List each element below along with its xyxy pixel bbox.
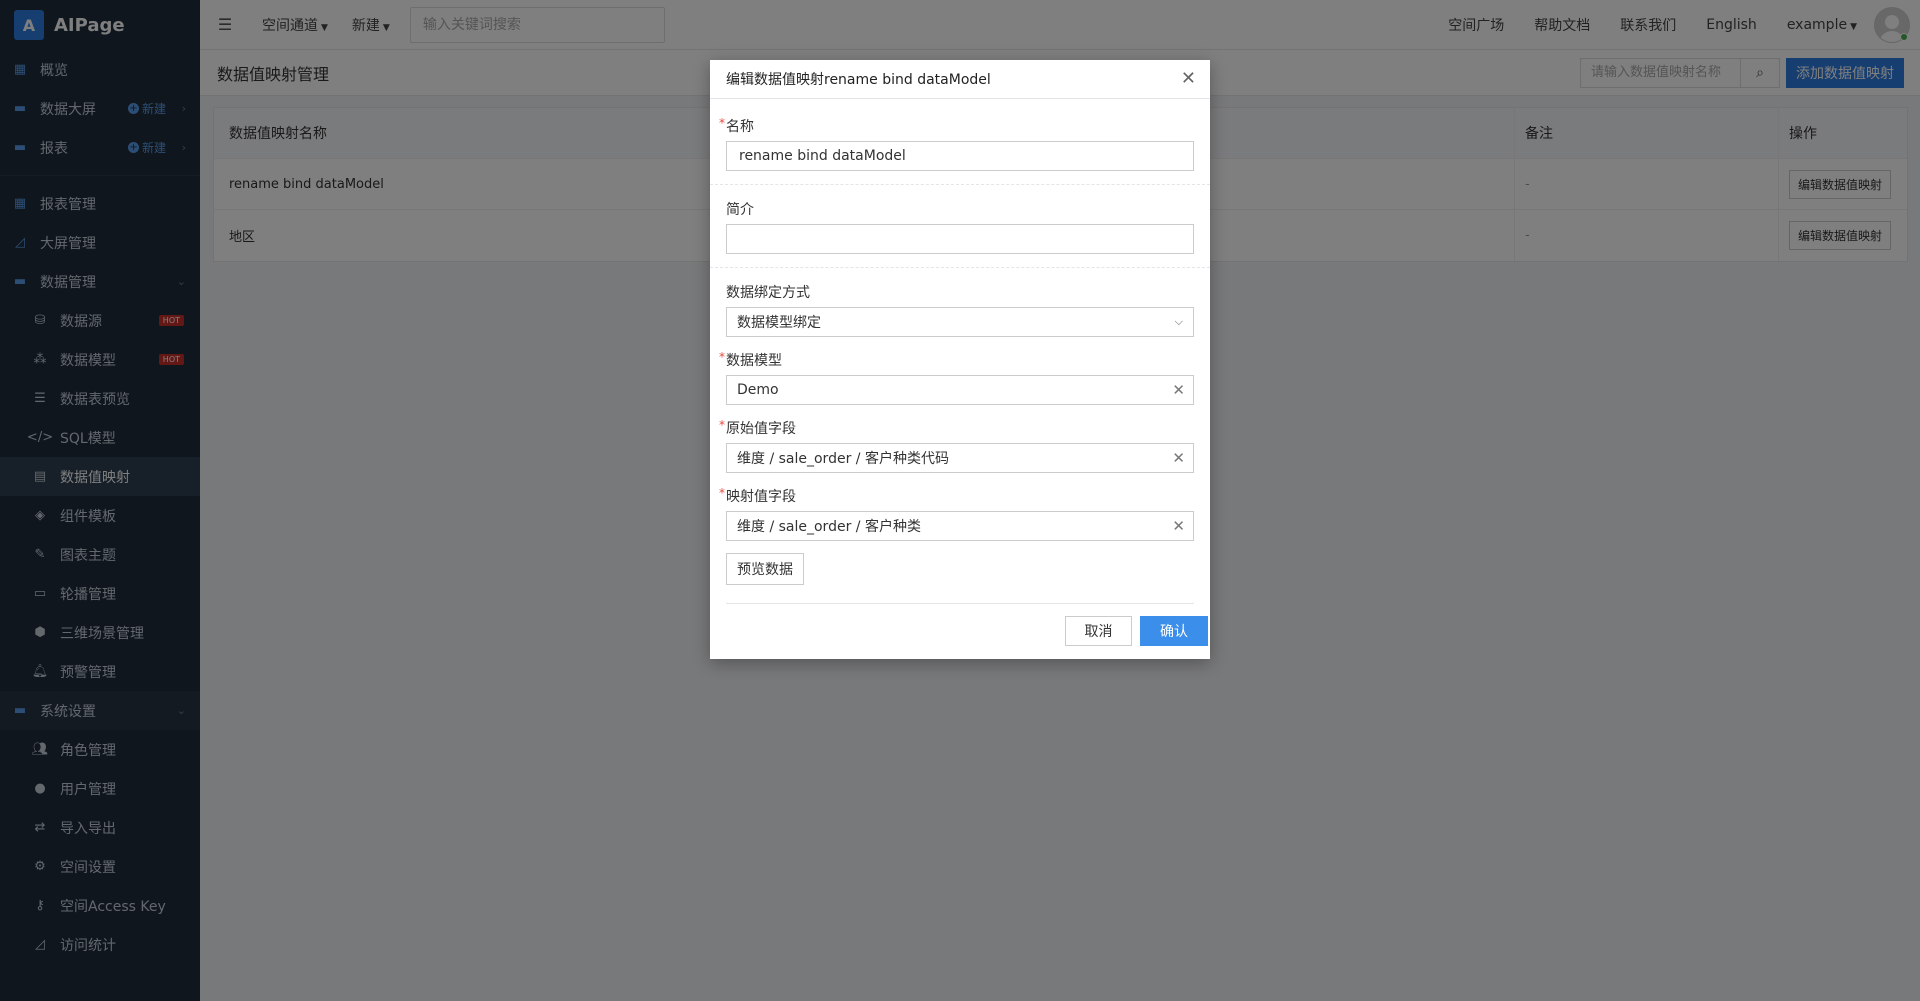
required-mark: * [719,418,725,432]
map-field-label: * 映射值字段 [719,486,796,505]
bind-mode-value: 数据模型绑定 [737,315,821,331]
chevron-down-icon: ⌵ [1174,315,1183,328]
map-field-group: * 映射值字段 维度 / sale_order / 客户种类 ✕ [710,473,1210,541]
bind-mode-label: 数据绑定方式 [726,285,810,301]
close-icon[interactable]: ✕ [1181,70,1196,88]
model-select[interactable]: Demo ✕ [726,375,1194,405]
required-mark: * [719,350,725,364]
desc-label: 简介 [726,202,754,218]
name-input[interactable]: rename bind dataModel [726,141,1194,171]
clear-icon[interactable]: ✕ [1172,518,1185,534]
bind-mode-select[interactable]: 数据模型绑定 ⌵ [726,307,1194,337]
orig-field-value: 维度 / sale_order / 客户种类代码 [737,451,949,467]
orig-field-group: * 原始值字段 维度 / sale_order / 客户种类代码 ✕ [710,405,1210,473]
desc-input[interactable] [726,224,1194,254]
edit-mapping-modal: 编辑数据值映射rename bind dataModel ✕ * 名称 renam… [710,60,1210,659]
bind-field-group: 数据绑定方式 数据模型绑定 ⌵ [710,268,1210,337]
modal-footer: 取消 确认 [726,603,1208,646]
map-field-value: 维度 / sale_order / 客户种类 [737,519,921,535]
required-mark: * [719,116,725,130]
modal-title: 编辑数据值映射rename bind dataModel [710,60,1210,99]
desc-field-group: 简介 [710,185,1210,268]
orig-field-select[interactable]: 维度 / sale_order / 客户种类代码 ✕ [726,443,1194,473]
model-value: Demo [737,382,779,398]
preview-data-button[interactable]: 预览数据 [726,553,804,585]
cancel-button[interactable]: 取消 [1065,616,1132,646]
name-field-group: * 名称 rename bind dataModel [710,99,1210,185]
clear-icon[interactable]: ✕ [1172,450,1185,466]
map-field-select[interactable]: 维度 / sale_order / 客户种类 ✕ [726,511,1194,541]
preview-group: 预览数据 [710,541,1210,585]
confirm-button[interactable]: 确认 [1140,616,1208,646]
model-label: * 数据模型 [719,350,782,369]
clear-icon[interactable]: ✕ [1172,382,1185,398]
required-mark: * [719,486,725,500]
name-label: * 名称 [719,116,754,135]
model-field-group: * 数据模型 Demo ✕ [710,337,1210,405]
orig-field-label: * 原始值字段 [719,418,796,437]
